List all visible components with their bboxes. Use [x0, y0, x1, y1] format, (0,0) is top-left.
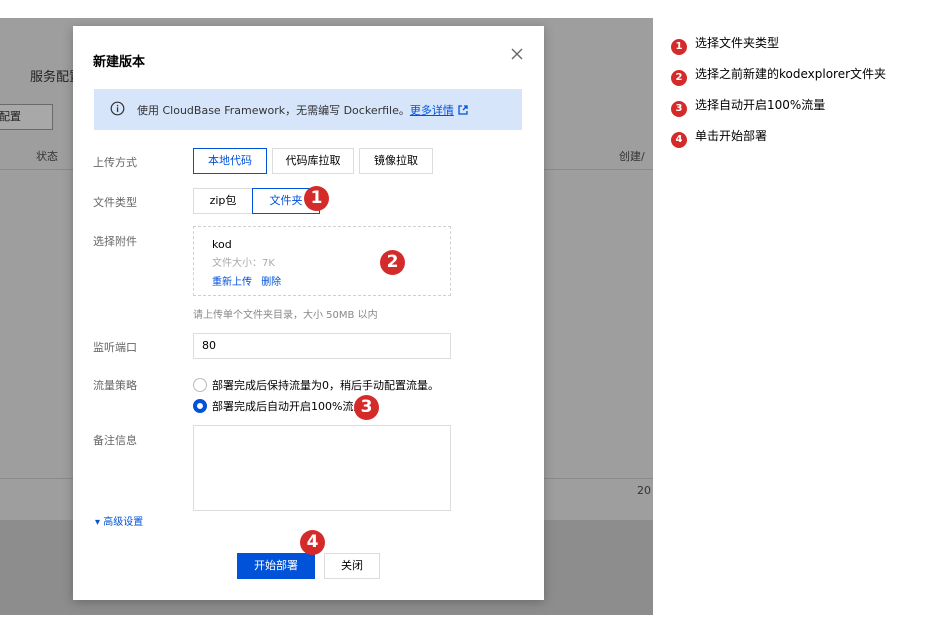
step-badge-2: 2	[380, 250, 405, 275]
step-legend-3: 3 选择自动开启100%流量	[671, 96, 826, 117]
config-button: 配置	[0, 104, 53, 130]
step-text: 选择之前新建的kodexplorer文件夹	[695, 67, 887, 81]
attachment-upload-area[interactable]: kod 文件大小：7K 重新上传 删除	[193, 226, 451, 296]
advanced-settings-toggle[interactable]: ▾ 高级设置	[95, 513, 143, 528]
table-cell-date: 20	[637, 484, 651, 497]
dialog-title: 新建版本	[93, 55, 146, 70]
attachment-file-name: kod	[212, 238, 232, 251]
file-type-zip-option[interactable]: zip包	[193, 188, 253, 214]
remark-textarea[interactable]	[193, 425, 451, 511]
upload-repo-option[interactable]: 代码库拉取	[272, 148, 354, 174]
traffic-option-auto[interactable]: 部署完成后自动开启100%流量	[193, 398, 364, 414]
step-text: 选择文件夹类型	[695, 36, 780, 50]
reupload-link[interactable]: 重新上传	[212, 277, 252, 288]
step-badge-3: 3	[354, 395, 379, 420]
step-text: 选择自动开启100%流量	[695, 98, 826, 112]
step-number: 3	[671, 101, 687, 117]
remark-label: 备注信息	[93, 434, 137, 447]
column-status: 状态	[36, 150, 58, 163]
radio-unchecked[interactable]	[193, 378, 207, 392]
info-message: 使用 CloudBase Framework，无需编写 Dockerfile。	[137, 104, 410, 117]
external-link-icon[interactable]	[458, 105, 468, 115]
close-icon[interactable]	[509, 46, 525, 62]
info-circle-icon	[110, 101, 125, 116]
step-legend-1: 1 选择文件夹类型	[671, 34, 780, 55]
step-number: 2	[671, 70, 687, 86]
traffic-option-auto-label: 部署完成后自动开启100%流量	[212, 400, 365, 413]
radio-checked[interactable]	[193, 399, 207, 413]
column-created: 创建/	[619, 150, 645, 163]
traffic-option-manual-label: 部署完成后保持流量为0，稍后手动配置流量。	[212, 379, 439, 392]
close-button[interactable]: 关闭	[324, 553, 380, 579]
step-badge-4: 4	[300, 530, 325, 555]
attachment-label: 选择附件	[93, 235, 137, 248]
step-number: 4	[671, 132, 687, 148]
upload-local-code-option[interactable]: 本地代码	[193, 148, 267, 174]
step-legend-4: 4 单击开始部署	[671, 127, 768, 148]
new-version-dialog: 新建版本 使用 CloudBase Framework，无需编写 Dockerf…	[73, 26, 544, 600]
port-input[interactable]: 80	[193, 333, 451, 359]
attachment-actions: 重新上传 删除	[212, 273, 281, 288]
file-type-label: 文件类型	[93, 196, 137, 209]
info-banner: 使用 CloudBase Framework，无需编写 Dockerfile。更…	[94, 89, 522, 130]
step-text: 单击开始部署	[695, 129, 768, 143]
start-deploy-button[interactable]: 开始部署	[237, 553, 315, 579]
info-text: 使用 CloudBase Framework，无需编写 Dockerfile。更…	[137, 102, 468, 118]
attachment-hint: 请上传单个文件夹目录，大小 50MB 以内	[193, 310, 378, 321]
step-badge-1: 1	[304, 186, 329, 211]
more-details-link[interactable]: 更多详情	[410, 104, 454, 117]
step-legend-2: 2 选择之前新建的kodexplorer文件夹	[671, 65, 887, 86]
upload-method-label: 上传方式	[93, 156, 137, 169]
port-label: 监听端口	[93, 341, 137, 354]
upload-image-option[interactable]: 镜像拉取	[359, 148, 433, 174]
delete-link[interactable]: 删除	[261, 277, 281, 288]
attachment-file-size: 文件大小：7K	[212, 258, 275, 269]
traffic-label: 流量策略	[93, 379, 137, 392]
traffic-option-manual[interactable]: 部署完成后保持流量为0，稍后手动配置流量。	[193, 377, 439, 393]
step-number: 1	[671, 39, 687, 55]
